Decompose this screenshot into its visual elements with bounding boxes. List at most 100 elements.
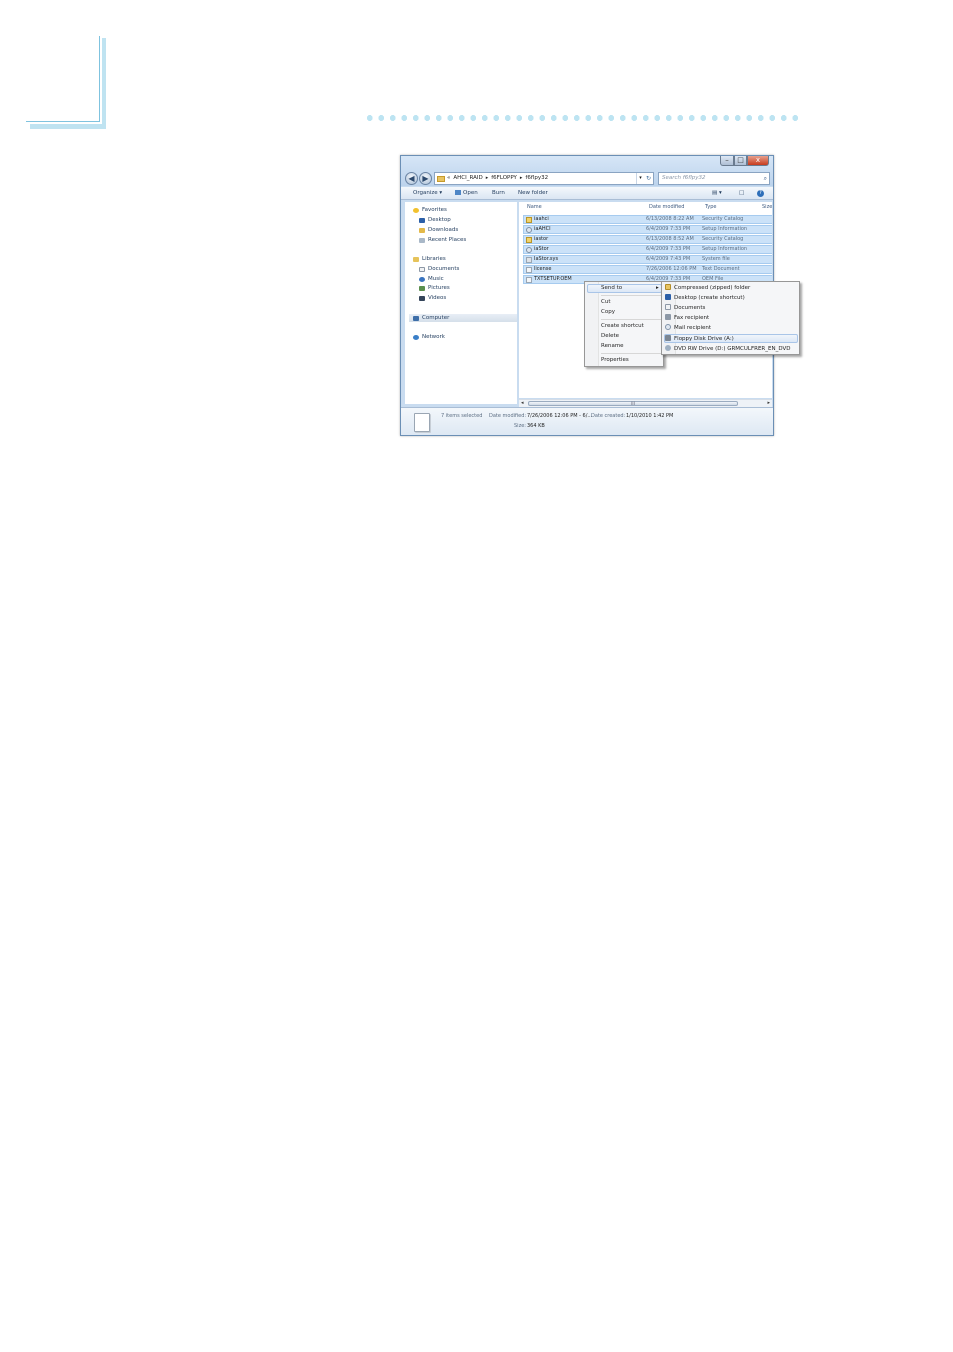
file-row-license[interactable]: license 7/26/2006 12:06 PM Text Document	[523, 265, 772, 274]
star-icon	[413, 207, 419, 213]
nav-favorites[interactable]: Favorites	[413, 206, 447, 214]
nav-recent-places[interactable]: Recent Places	[419, 236, 466, 244]
command-toolbar: Organize ▾ Open Burn New folder ▤ ▾ □ ?	[401, 187, 773, 200]
file-date: 6/13/2008 8:22 AM	[646, 216, 694, 222]
send-to-dvd[interactable]: DVD RW Drive (D:) GRMCULFRER_EN_DVD	[665, 345, 790, 353]
forward-button[interactable]: ▶	[419, 172, 432, 185]
nav-label: Libraries	[422, 256, 446, 262]
file-name: IaStor.sys	[526, 256, 558, 263]
column-header-name[interactable]: Name	[527, 202, 542, 212]
preview-pane-icon[interactable]: □	[739, 187, 744, 200]
corner-decoration-vertical	[102, 38, 106, 128]
selection-count: 7 items selected	[441, 413, 483, 419]
send-to-floppy[interactable]: Floppy Disk Drive (A:)	[665, 335, 734, 343]
maximize-button[interactable]: □	[734, 156, 747, 166]
minimize-button[interactable]: –	[720, 156, 734, 166]
file-type: Text Document	[702, 266, 740, 272]
menu-item-copy[interactable]: Copy	[601, 308, 615, 316]
nav-libraries[interactable]: Libraries	[413, 255, 446, 263]
search-icon[interactable]: ⌕	[764, 173, 767, 184]
date-created-value: 1/10/2010 1:42 PM	[626, 413, 674, 419]
organize-button[interactable]: Organize ▾	[413, 187, 442, 200]
address-dropdown-icon[interactable]: ▾	[636, 173, 644, 184]
menu-item-delete[interactable]: Delete	[601, 332, 619, 340]
back-button[interactable]: ◀	[405, 172, 418, 185]
help-icon[interactable]: ?	[757, 190, 764, 197]
file-type: Setup Information	[702, 246, 748, 252]
file-row-iastor[interactable]: iastor 6/13/2008 8:52 AM Security Catalo…	[523, 235, 772, 244]
recent-places-icon	[419, 237, 425, 243]
menu-label: Compressed (zipped) folder	[674, 285, 751, 291]
dotted-rule	[364, 114, 799, 122]
file-row-iaahci-inf[interactable]: iaAHCI 6/4/2009 7:33 PM Setup Informatio…	[523, 225, 772, 234]
nav-desktop[interactable]: Desktop	[419, 216, 451, 224]
file-row-iastor-sys[interactable]: IaStor.sys 6/4/2009 7:43 PM System file	[523, 255, 772, 264]
documents-icon	[665, 304, 671, 310]
column-header-date-modified[interactable]: Date modified	[649, 202, 684, 212]
view-options-icon[interactable]: ▤ ▾	[712, 187, 722, 200]
menu-item-properties[interactable]: Properties	[601, 356, 629, 364]
nav-pictures[interactable]: Pictures	[419, 284, 450, 292]
nav-music[interactable]: Music	[419, 275, 444, 283]
system-file-icon	[526, 256, 532, 263]
zip-folder-icon	[665, 284, 671, 290]
nav-label: Pictures	[428, 285, 450, 291]
address-bar[interactable]: « AHCI_RAID ▸ f6FLOPPY ▸ f6flpy32 ▾ ↻	[434, 172, 654, 185]
new-folder-button[interactable]: New folder	[518, 187, 548, 200]
size-label: Size:	[514, 423, 526, 429]
libraries-icon	[413, 256, 419, 262]
send-to-desktop[interactable]: Desktop (create shortcut)	[665, 294, 745, 302]
column-header-size[interactable]: Size	[762, 202, 772, 212]
date-created-label: Date created:	[591, 413, 626, 419]
search-input[interactable]: Search f6flpy32 ⌕	[658, 172, 770, 185]
breadcrumb-f6floppy[interactable]: f6FLOPPY	[491, 173, 517, 184]
column-header-type[interactable]: Type	[705, 202, 716, 212]
file-name-label: iaStor	[534, 246, 549, 252]
close-button[interactable]: x	[747, 156, 769, 166]
scroll-left-icon[interactable]: ◂	[521, 400, 524, 407]
menu-label: Floppy Disk Drive (A:)	[674, 336, 734, 342]
floppy-drive-icon	[665, 335, 671, 341]
nav-documents[interactable]: Documents	[419, 265, 459, 273]
horizontal-scrollbar[interactable]: ◂ III ▸	[519, 399, 772, 407]
menu-item-send-to[interactable]: Send to	[601, 284, 622, 292]
send-to-compressed-folder[interactable]: Compressed (zipped) folder	[665, 284, 750, 292]
document-stack-icon	[414, 413, 430, 432]
file-row-iaahci[interactable]: iaahci 6/13/2008 8:22 AM Security Catalo…	[523, 215, 772, 224]
nav-downloads[interactable]: Downloads	[419, 226, 458, 234]
send-to-mail[interactable]: Mail recipient	[665, 324, 711, 332]
nav-computer[interactable]: Computer	[413, 314, 449, 322]
send-to-documents[interactable]: Documents	[665, 304, 705, 312]
breadcrumb-separator[interactable]: ▸	[520, 173, 523, 184]
size-value: 364 KB	[527, 423, 545, 429]
nav-label: Favorites	[422, 207, 447, 213]
file-row-iastor-inf[interactable]: iaStor 6/4/2009 7:33 PM Setup Informatio…	[523, 245, 772, 254]
documents-icon	[419, 266, 425, 272]
burn-button[interactable]: Burn	[492, 187, 505, 200]
nav-videos[interactable]: Videos	[419, 294, 446, 302]
breadcrumb-f6flpy32[interactable]: f6flpy32	[525, 173, 548, 184]
menu-item-create-shortcut[interactable]: Create shortcut	[601, 322, 644, 330]
menu-item-rename[interactable]: Rename	[601, 342, 624, 350]
nav-label: Recent Places	[428, 237, 467, 243]
videos-icon	[419, 295, 425, 301]
details-pane: 7 items selected Date modified: 7/26/200…	[401, 407, 773, 435]
breadcrumb-ahci-raid[interactable]: AHCI_RAID	[453, 173, 482, 184]
send-to-fax[interactable]: Fax recipient	[665, 314, 709, 322]
send-to-highlight	[587, 284, 662, 293]
corner-line-vertical	[99, 36, 100, 122]
file-date: 6/13/2008 8:52 AM	[646, 236, 694, 242]
open-button[interactable]: Open	[455, 187, 478, 200]
scroll-thumb[interactable]: III	[528, 401, 738, 406]
refresh-icon[interactable]: ↻	[644, 173, 653, 184]
menu-item-cut[interactable]: Cut	[601, 298, 610, 306]
nav-network[interactable]: Network	[413, 333, 445, 341]
address-prefix[interactable]: «	[447, 173, 450, 184]
dvd-drive-icon	[665, 345, 671, 351]
scroll-right-icon[interactable]: ▸	[767, 400, 770, 407]
menu-separator	[601, 295, 661, 296]
mail-icon	[665, 324, 671, 330]
breadcrumb-separator[interactable]: ▸	[486, 173, 489, 184]
date-modified-label: Date modified:	[489, 413, 527, 419]
menu-gutter	[585, 282, 599, 366]
